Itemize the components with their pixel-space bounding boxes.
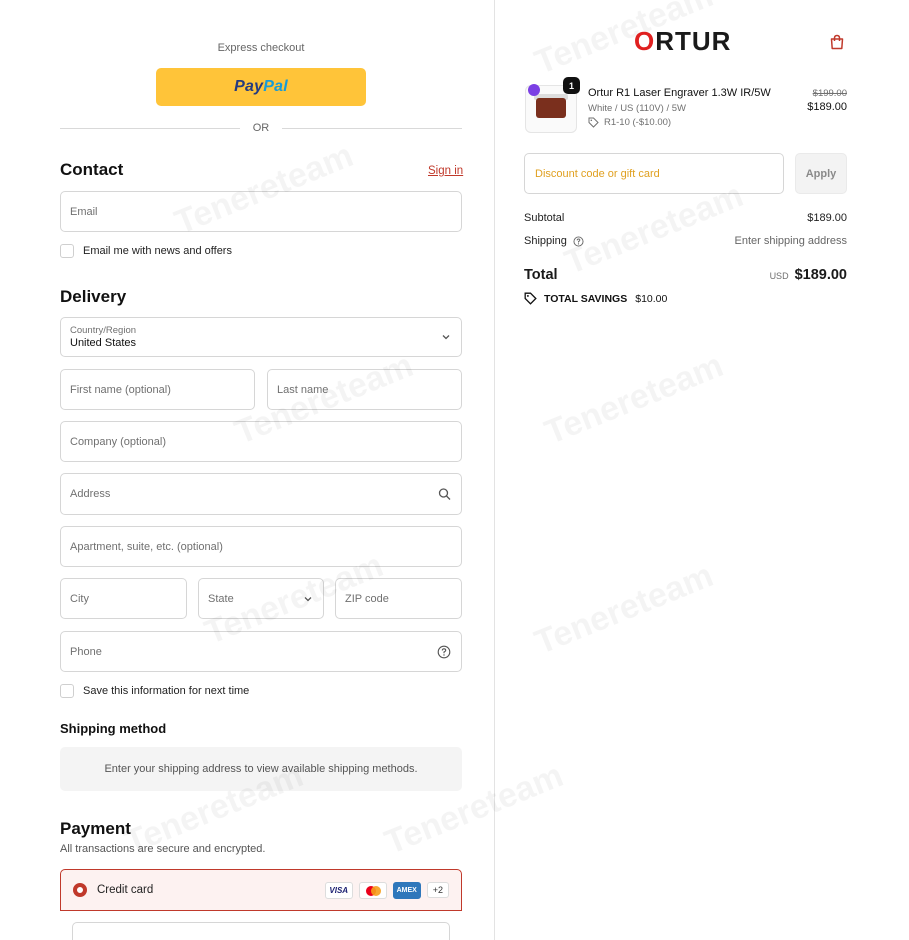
payment-title: Payment (60, 819, 131, 838)
total-value: $189.00 (794, 267, 847, 283)
subtotal-value: $189.00 (807, 212, 847, 224)
apartment-placeholder: Apartment, suite, etc. (optional) (70, 540, 223, 553)
shipping-row: Shipping Enter shipping address (524, 235, 847, 247)
quantity-badge: 1 (563, 77, 580, 94)
payment-subtitle: All transactions are secure and encrypte… (60, 843, 266, 855)
tag-icon (524, 292, 537, 305)
checkout-form-panel: Express checkout Pay Pal OR Contact Sign … (0, 0, 494, 940)
total-savings: TOTAL SAVINGS $10.00 (524, 292, 667, 305)
product-discount: R1-10 (-$10.00) (588, 117, 671, 128)
product-discount-label: R1-10 (-$10.00) (604, 117, 672, 128)
save-info-checkbox[interactable] (60, 684, 74, 698)
sign-in-link[interactable]: Sign in (428, 165, 463, 177)
email-field[interactable]: Email (60, 191, 462, 232)
save-info-row[interactable]: Save this information for next time (60, 684, 249, 698)
visa-icon: VISA (324, 881, 353, 899)
order-summary-panel (494, 0, 909, 940)
address-field[interactable]: Address (60, 473, 462, 515)
save-info-label: Save this information for next time (83, 685, 250, 697)
shipping-method-title: Shipping method (60, 721, 167, 736)
city-placeholder: City (70, 592, 89, 605)
country-select[interactable]: Country/Region United States (60, 317, 462, 357)
savings-label: TOTAL SAVINGS (544, 292, 628, 305)
more-cards-badge: +2 (426, 882, 449, 898)
apartment-field[interactable]: Apartment, suite, etc. (optional) (60, 526, 462, 567)
phone-field[interactable]: Phone (60, 631, 462, 672)
amex-icon: AMEX (392, 881, 421, 899)
total-row: Total USD $189.00 (524, 266, 847, 284)
discount-code-input[interactable]: Discount code or gift card (524, 153, 784, 194)
help-icon[interactable] (437, 645, 451, 659)
discount-code-placeholder: Discount code or gift card (535, 167, 660, 180)
company-placeholder: Company (optional) (70, 435, 166, 448)
or-divider: OR (60, 122, 462, 134)
country-label: Country/Region (70, 325, 137, 336)
email-placeholder: Email (70, 205, 98, 218)
or-label: OR (252, 122, 270, 134)
shipping-method-notice: Enter your shipping address to view avai… (60, 747, 462, 791)
company-field[interactable]: Company (optional) (60, 421, 462, 462)
apply-button[interactable]: Apply (795, 153, 847, 194)
contact-title: Contact (60, 160, 124, 179)
credit-card-radio[interactable] (73, 883, 87, 897)
subtotal-row: Subtotal $189.00 (524, 212, 847, 224)
paypal-label-pal: Pal (263, 78, 288, 95)
phone-placeholder: Phone (70, 645, 102, 658)
credit-card-option[interactable]: Credit card VISA AMEX +2 (60, 869, 462, 911)
search-icon (438, 488, 451, 501)
paypal-label-pay: Pay (234, 78, 264, 95)
last-name-placeholder: Last name (277, 383, 329, 396)
shipping-label: Shipping (524, 235, 567, 247)
zip-placeholder: ZIP code (345, 592, 389, 605)
delivery-title: Delivery (60, 287, 127, 306)
card-number-field[interactable] (72, 922, 450, 940)
product-variant: White / US (110V) / 5W (588, 103, 687, 114)
first-name-placeholder: First name (optional) (70, 383, 171, 396)
total-label: Total (524, 267, 558, 283)
express-checkout-label: Express checkout (217, 42, 305, 54)
product-badge-icon (528, 84, 540, 96)
address-placeholder: Address (70, 488, 111, 500)
zip-field[interactable]: ZIP code (335, 578, 462, 619)
tag-icon (588, 117, 599, 128)
chevron-down-icon (303, 594, 313, 604)
city-field[interactable]: City (60, 578, 187, 619)
product-name: Ortur R1 Laser Engraver 1.3W IR/5W (588, 87, 771, 99)
mastercard-icon (358, 881, 387, 899)
total-currency: USD (769, 271, 789, 281)
first-name-field[interactable]: First name (optional) (60, 369, 255, 410)
credit-card-label: Credit card (97, 884, 154, 896)
ortur-logo[interactable]: ORTUR (634, 26, 731, 57)
original-price: $199.00 (812, 88, 847, 99)
chevron-down-icon (441, 332, 451, 342)
state-select[interactable]: State (198, 578, 324, 619)
product-price: $189.00 (807, 101, 847, 113)
shipping-value: Enter shipping address (734, 235, 847, 247)
subtotal-label: Subtotal (524, 212, 565, 224)
news-checkbox[interactable] (60, 244, 74, 258)
savings-value: $10.00 (635, 292, 668, 305)
last-name-field[interactable]: Last name (267, 369, 462, 410)
news-label: Email me with news and offers (83, 245, 232, 257)
news-checkbox-row[interactable]: Email me with news and offers (60, 244, 232, 258)
country-value: United States (70, 337, 137, 349)
state-placeholder: State (208, 592, 234, 605)
shopping-bag-icon[interactable] (829, 34, 845, 50)
help-icon[interactable] (573, 235, 584, 247)
paypal-button[interactable]: Pay Pal (156, 68, 366, 106)
